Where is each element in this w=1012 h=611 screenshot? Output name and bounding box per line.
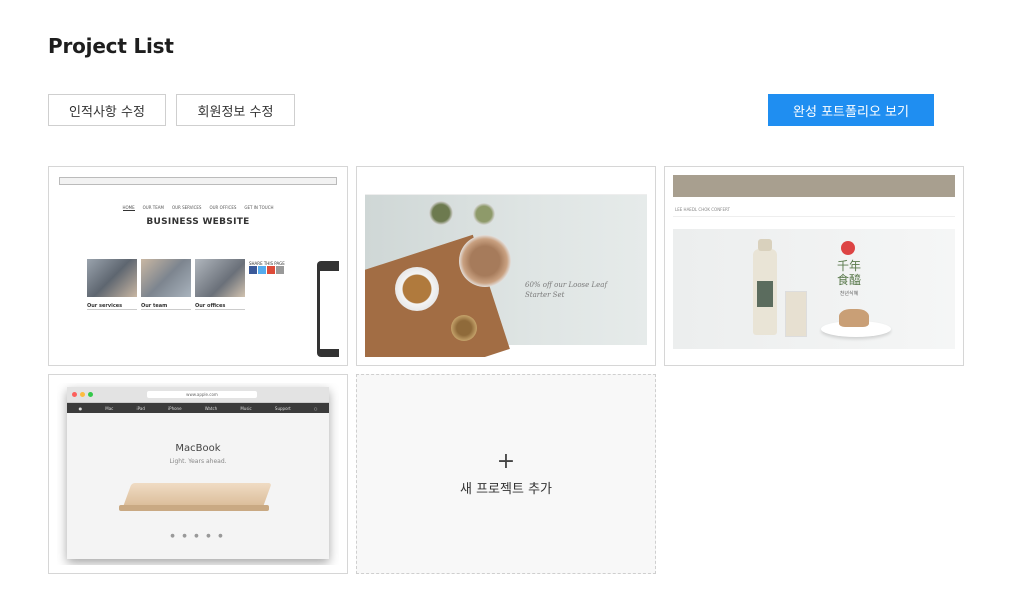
content-column: Our team: [141, 303, 191, 312]
bottle-label: [757, 281, 773, 307]
hero-image: 60% off our Loose Leaf Starter Set: [365, 195, 647, 357]
product-title-text: 千年 食醯: [836, 259, 861, 287]
zoom-dot-icon: [88, 392, 93, 397]
product-title: 千年 食醯 천년식혜: [831, 259, 867, 301]
minimize-dot-icon: [80, 392, 85, 397]
content-column: Our services: [87, 303, 137, 312]
project-card-macbook[interactable]: www.apple.com ● Mac iPad iPhone Watch Mu…: [48, 374, 348, 574]
site-heading: BUSINESS WEBSITE: [146, 217, 250, 227]
product-title: MacBook: [175, 443, 221, 454]
page-title: Project List: [48, 34, 174, 58]
content-column: Our offices: [195, 303, 245, 312]
phone-screen: [320, 271, 339, 349]
tea-leaf-bowl: [429, 201, 453, 225]
product-subtitle: 천년식혜: [839, 291, 859, 297]
spoon: [451, 315, 477, 341]
nav-item: Mac: [105, 405, 114, 411]
site-nav: LEE HAEDL CHOK CONFERT: [673, 203, 955, 217]
nav-item: Music: [240, 405, 252, 411]
apple-logo-icon: ●: [78, 405, 83, 411]
tea-bowl: [459, 235, 511, 287]
photo: [195, 259, 245, 297]
nav-item: OUR OFFICES: [209, 205, 237, 210]
column-title: Our team: [141, 303, 191, 310]
nav-item: Watch: [204, 405, 218, 411]
nav-item: GET IN TOUCH: [244, 205, 274, 210]
top-banner: [673, 175, 955, 197]
column-title: Our services: [87, 303, 137, 310]
project-card-korean-drink[interactable]: LEE HAEDL CHOK CONFERT 千年 食醯 천년식혜: [664, 166, 964, 366]
twitter-icon: [258, 266, 266, 274]
hero-image: 千年 食醯 천년식혜: [673, 229, 955, 349]
nav-item: OUR SERVICES: [171, 205, 202, 210]
brand-name: LEE HAEDL CHOK CONFERT: [675, 207, 730, 212]
add-project-label: 새 프로젝트 추가: [460, 481, 552, 497]
edit-profile-info-button[interactable]: 인적사항 수정: [48, 94, 166, 126]
facebook-icon: [249, 266, 257, 274]
photo: [141, 259, 191, 297]
close-dot-icon: [72, 392, 77, 397]
hero-copy: 60% off our Loose Leaf Starter Set: [525, 280, 607, 300]
phone-mockup: [317, 261, 339, 357]
share-block: SHARE THIS PAGE: [249, 261, 285, 275]
url-bar: www.apple.com: [147, 391, 257, 398]
rice-cake: [839, 309, 869, 327]
laptop-base: [119, 505, 269, 511]
site-nav: ● Mac iPad iPhone Watch Music Support ○: [67, 403, 329, 413]
tea-leaf-bowl: [473, 203, 495, 225]
browser-chrome: www.apple.com: [67, 387, 329, 403]
site-header: [365, 175, 647, 195]
bottle: [753, 239, 777, 335]
photo: [87, 259, 137, 297]
brand-mark-icon: [841, 241, 855, 255]
browser-bar: [59, 177, 337, 185]
add-project-card[interactable]: + 새 프로젝트 추가: [356, 374, 656, 574]
hero-copy-line: Starter Set: [525, 291, 565, 299]
tea-cup: [395, 267, 439, 311]
project-card-business-website[interactable]: HOME OUR TEAM OUR SERVICES OUR OFFICES G…: [48, 166, 348, 366]
view-portfolio-button[interactable]: 완성 포트폴리오 보기: [768, 94, 934, 126]
hero-copy-line: 60% off our Loose Leaf: [525, 281, 608, 289]
site-nav: HOME OUR TEAM OUR SERVICES OUR OFFICES G…: [57, 205, 339, 211]
project-thumbnail: 60% off our Loose Leaf Starter Set: [365, 175, 647, 357]
nav-item: iPad: [136, 405, 145, 411]
project-thumbnail: www.apple.com ● Mac iPad iPhone Watch Mu…: [57, 383, 339, 565]
project-card-tea-shop[interactable]: 60% off our Loose Leaf Starter Set: [356, 166, 656, 366]
glass: [785, 291, 807, 337]
pagination-dots: ● ● ● ● ●: [170, 533, 226, 539]
google-icon: [267, 266, 275, 274]
mail-icon: [276, 266, 284, 274]
nav-item: iPhone: [168, 405, 182, 411]
product-tagline: Light. Years ahead.: [169, 458, 227, 465]
search-icon: ○: [313, 405, 318, 411]
nav-item: HOME: [122, 205, 135, 211]
project-thumbnail: LEE HAEDL CHOK CONFERT 千年 食醯 천년식혜: [673, 175, 955, 357]
edit-member-info-button[interactable]: 회원정보 수정: [176, 94, 295, 126]
column-title: Our offices: [195, 303, 245, 310]
nav-item: OUR TEAM: [142, 205, 164, 210]
browser-window: www.apple.com ● Mac iPad iPhone Watch Mu…: [67, 387, 329, 559]
project-thumbnail: HOME OUR TEAM OUR SERVICES OUR OFFICES G…: [57, 175, 339, 357]
plus-icon: +: [496, 448, 516, 474]
bottle-cap: [758, 239, 772, 251]
nav-item: Support: [274, 405, 291, 411]
